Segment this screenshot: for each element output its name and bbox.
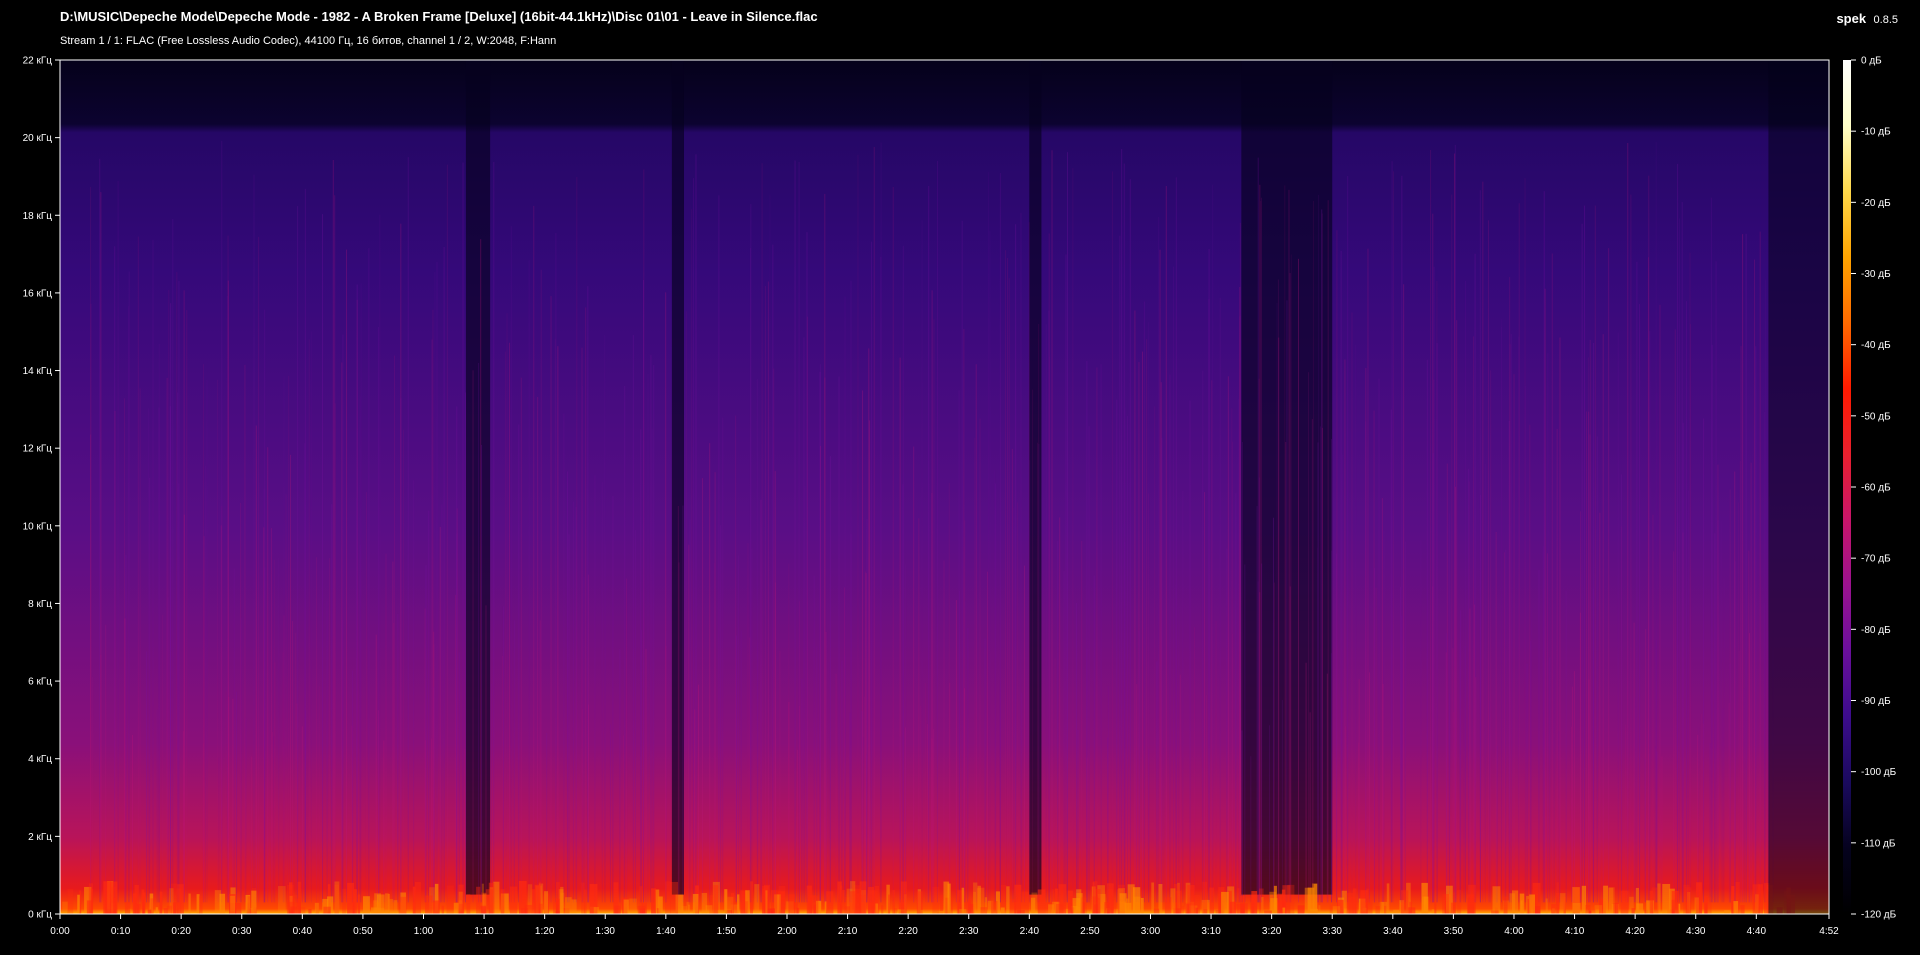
y-tick-label: 14 кГц [23, 366, 53, 377]
colorbar-tick-label: 0 дБ [1861, 56, 1882, 67]
x-tick-label: 2:20 [898, 926, 918, 937]
x-tick-label: 2:40 [1020, 926, 1040, 937]
x-tick-label: 1:30 [596, 926, 616, 937]
x-axis: 0:00 0:10 0:20 0:30 0:40 0:50 1:00 1:10 1:20 1:30… [50, 914, 1839, 937]
quiet-section [1029, 60, 1042, 895]
x-tick-label: 1:20 [535, 926, 555, 937]
colorbar-tick-label: -90 дБ [1861, 696, 1891, 707]
x-tick-label: 3:10 [1201, 926, 1221, 937]
y-tick-label: 0 кГц [28, 910, 52, 921]
y-tick-label: 16 кГц [23, 288, 53, 299]
x-tick-label: 3:20 [1262, 926, 1282, 937]
colorbar-gradient [1843, 60, 1851, 914]
x-tick-label: 4:40 [1747, 926, 1767, 937]
x-tick-label: 3:40 [1383, 926, 1403, 937]
x-tick-label: 4:30 [1686, 926, 1706, 937]
colorbar-tick-label: -100 дБ [1861, 767, 1897, 778]
y-tick-label: 22 кГц [23, 56, 53, 67]
quiet-section [465, 60, 491, 895]
y-tick-label: 10 кГц [23, 521, 53, 532]
x-tick-label: 3:50 [1444, 926, 1464, 937]
colorbar-tick-label: -80 дБ [1861, 625, 1891, 636]
x-tick-label: 0:10 [111, 926, 131, 937]
x-tick-label: 2:10 [838, 926, 858, 937]
x-tick-label: 0:40 [293, 926, 313, 937]
x-tick-label: 2:50 [1080, 926, 1100, 937]
x-tick-label: 4:20 [1625, 926, 1645, 937]
x-tick-label: 1:50 [717, 926, 737, 937]
x-tick-label: 0:20 [171, 926, 191, 937]
y-tick-label: 2 кГц [28, 832, 52, 843]
colorbar-tick-label: -20 дБ [1861, 198, 1891, 209]
colorbar-tick-label: -50 дБ [1861, 411, 1891, 422]
x-tick-label: 1:10 [474, 926, 494, 937]
x-tick-label: 0:50 [353, 926, 373, 937]
x-tick-label: 4:10 [1565, 926, 1585, 937]
x-tick-label: 2:30 [959, 926, 979, 937]
y-tick-label: 6 кГц [28, 677, 52, 688]
y-tick-label: 18 кГц [23, 211, 53, 222]
colorbar-tick-label: -10 дБ [1861, 127, 1891, 138]
y-tick-label: 4 кГц [28, 754, 52, 765]
spectrogram-chart: 0:00 0:10 0:20 0:30 0:40 0:50 1:00 1:10 1:20 1:30… [23, 56, 1897, 938]
colorbar-tick-label: -110 дБ [1861, 838, 1896, 849]
x-tick-label: 3:00 [1141, 926, 1161, 937]
colorbar-tick-label: -60 дБ [1861, 483, 1891, 494]
y-tick-label: 20 кГц [23, 133, 53, 144]
y-tick-label: 8 кГц [28, 599, 52, 610]
colorbar-tick-label: -70 дБ [1861, 554, 1891, 565]
y-tick-label: 12 кГц [23, 444, 53, 455]
colorbar-tick-label: -120 дБ [1861, 910, 1897, 921]
y-axis: 0 кГц 2 кГц 4 кГц 6 кГц 8 кГц 10 кГц 12 кГц 14 … [23, 56, 60, 921]
x-tick-label: 1:00 [414, 926, 434, 937]
x-tick-label: 0:30 [232, 926, 252, 937]
colorbar-tick-label: -40 дБ [1861, 340, 1891, 351]
x-tick-label: 0:00 [50, 926, 70, 937]
x-tick-label: 2:00 [777, 926, 797, 937]
x-tick-label: 3:30 [1322, 926, 1342, 937]
colorbar: 0 дБ -10 дБ -20 дБ -30 дБ -40 дБ -50 дБ -60 дБ… [1843, 56, 1897, 921]
x-tick-label: 1:40 [656, 926, 676, 937]
colorbar-tick-label: -30 дБ [1861, 269, 1891, 280]
x-tick-label: 4:52 [1819, 926, 1839, 937]
x-tick-label: 4:00 [1504, 926, 1524, 937]
